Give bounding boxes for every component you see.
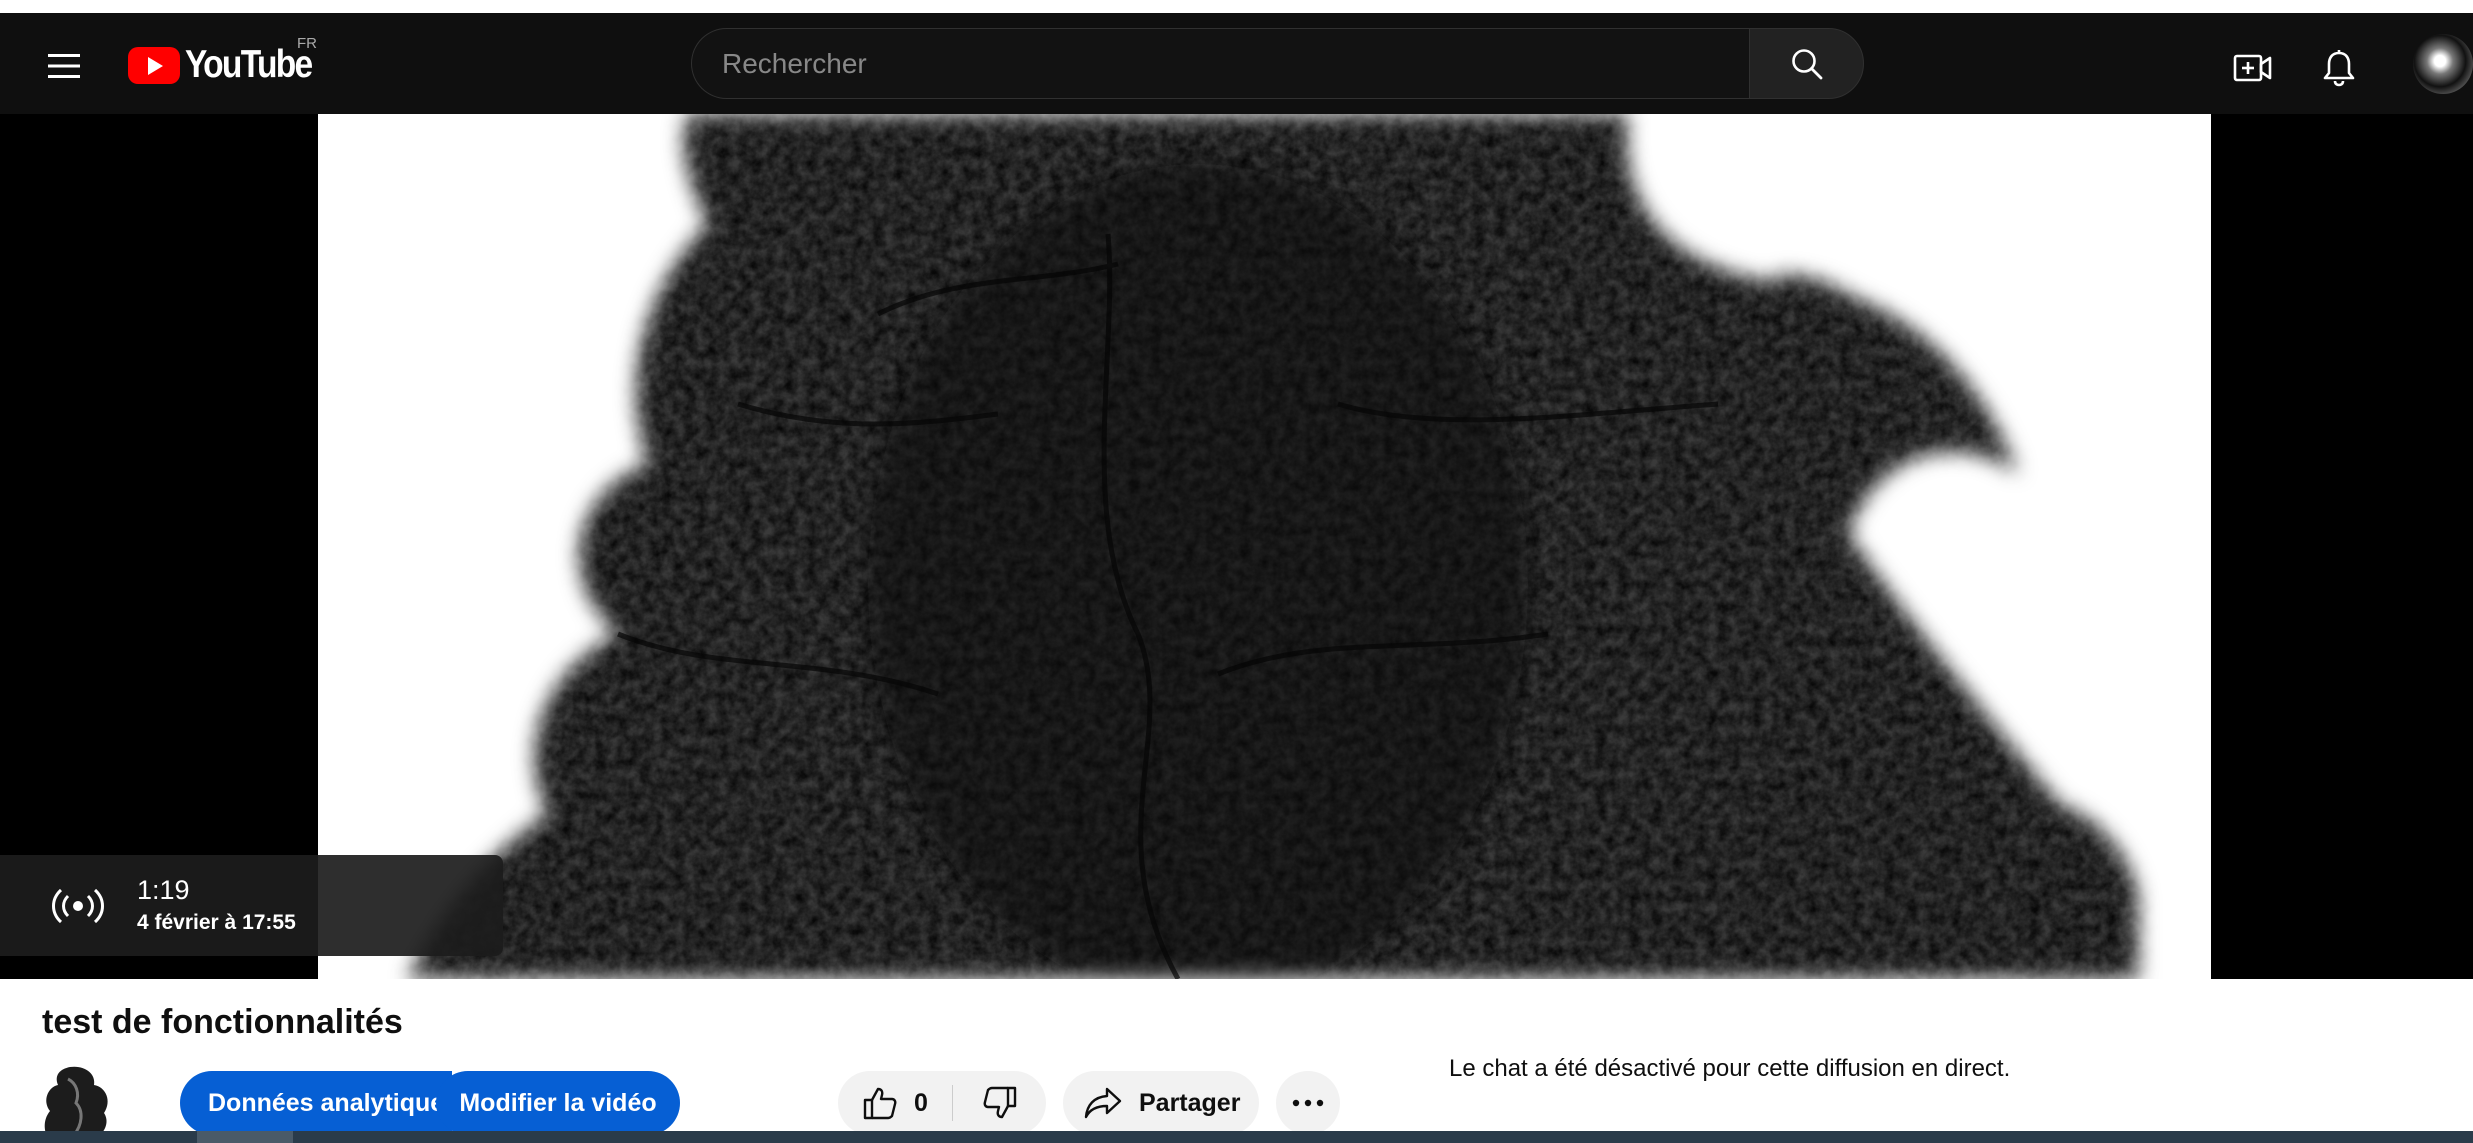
search-box bbox=[691, 28, 1749, 99]
thumbs-up-icon bbox=[863, 1087, 897, 1120]
like-dislike-group: 0 bbox=[838, 1071, 1046, 1135]
live-elapsed-time: 1:19 bbox=[137, 875, 190, 905]
notifications-button[interactable] bbox=[2309, 38, 2369, 98]
taskbar-strip bbox=[0, 1131, 2473, 1143]
taskbar-active-tab[interactable] bbox=[197, 1131, 293, 1143]
video-fractal-image bbox=[318, 114, 2211, 979]
search-input[interactable] bbox=[692, 29, 1749, 98]
dislike-button[interactable] bbox=[953, 1071, 1046, 1135]
share-label: Partager bbox=[1139, 1088, 1241, 1117]
like-button[interactable]: 0 bbox=[838, 1071, 952, 1135]
video-player[interactable]: 1:19 4 février à 17:55 bbox=[0, 114, 2473, 979]
broadcast-icon[interactable] bbox=[48, 885, 108, 927]
youtube-play-icon bbox=[128, 46, 180, 84]
search-button[interactable] bbox=[1749, 28, 1864, 99]
live-info-overlay: 1:19 4 février à 17:55 bbox=[0, 855, 503, 956]
video-title: test de fonctionnalités bbox=[42, 1003, 403, 1041]
logo-wordmark: YouTube bbox=[185, 43, 313, 86]
share-button[interactable]: Partager bbox=[1063, 1071, 1259, 1135]
share-arrow-icon bbox=[1084, 1087, 1122, 1119]
masthead: YouTube FR bbox=[0, 13, 2473, 114]
thumbs-down-icon bbox=[983, 1086, 1016, 1119]
account-avatar[interactable] bbox=[2413, 34, 2473, 94]
more-horizontal-icon bbox=[1292, 1099, 1324, 1107]
like-count: 0 bbox=[914, 1088, 928, 1117]
hamburger-icon bbox=[48, 54, 80, 78]
more-actions-button[interactable] bbox=[1276, 1071, 1340, 1135]
bell-icon bbox=[2323, 50, 2355, 87]
guide-menu-button[interactable] bbox=[34, 36, 94, 96]
window-top-strip bbox=[0, 0, 2473, 13]
region-code: FR bbox=[297, 35, 317, 52]
create-button[interactable] bbox=[2223, 38, 2283, 98]
video-frame[interactable] bbox=[318, 114, 2211, 979]
chat-disabled-message: Le chat a été désactivé pour cette diffu… bbox=[1449, 1055, 2011, 1082]
analytics-button[interactable]: Données analytiques bbox=[180, 1071, 452, 1135]
live-start-date: 4 février à 17:55 bbox=[137, 911, 296, 934]
edit-video-button[interactable]: Modifier la vidéo bbox=[436, 1071, 680, 1135]
create-video-icon bbox=[2233, 54, 2272, 82]
search-icon bbox=[1791, 48, 1822, 79]
